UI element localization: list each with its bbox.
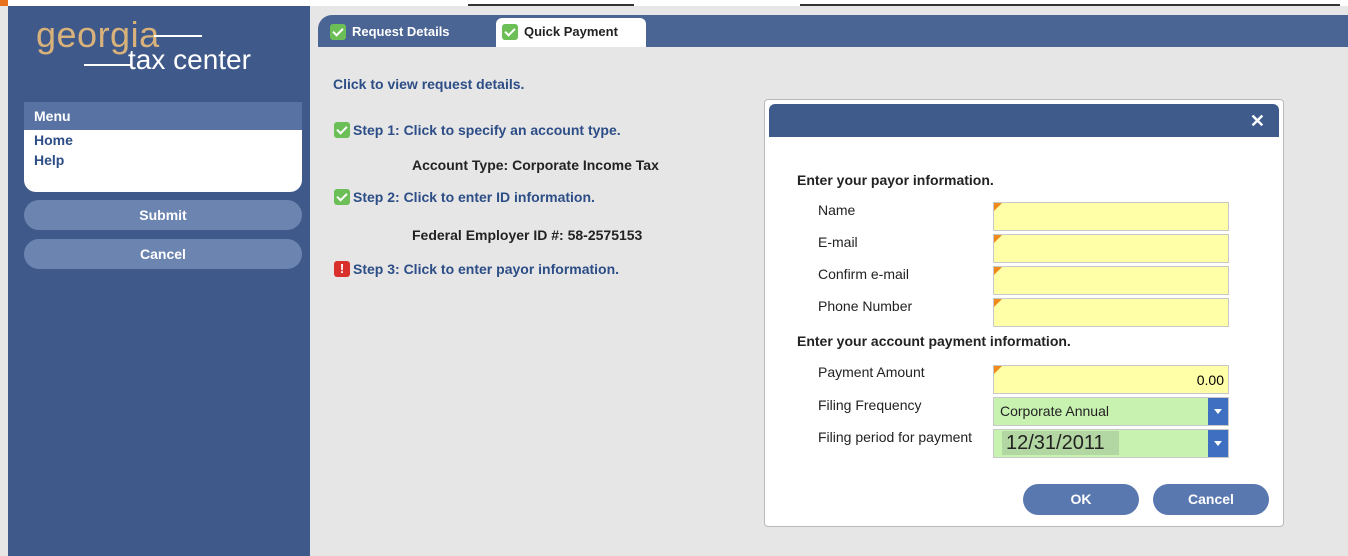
payor-info-heading: Enter your payor information. bbox=[797, 172, 994, 188]
logo-line bbox=[154, 35, 202, 37]
checkmark-icon bbox=[334, 122, 350, 139]
filing-period-select[interactable]: 12/31/2011 bbox=[993, 429, 1229, 458]
email-label: E-mail bbox=[818, 234, 858, 250]
chevron-down-icon[interactable] bbox=[1208, 398, 1228, 425]
view-request-details-link[interactable]: Click to view request details. bbox=[333, 76, 524, 92]
tab-quick-payment[interactable]: Quick Payment bbox=[496, 18, 646, 47]
payment-amount-label: Payment Amount bbox=[818, 364, 925, 380]
menu-header: Menu bbox=[24, 102, 302, 130]
logo-line bbox=[84, 64, 132, 66]
top-bar-segment bbox=[800, 4, 1340, 6]
step-1-link[interactable]: Step 1: Click to specify an account type… bbox=[334, 122, 621, 139]
cancel-button[interactable]: Cancel bbox=[1153, 484, 1269, 515]
tab-label: Quick Payment bbox=[524, 24, 618, 39]
menu-item-home[interactable]: Home bbox=[24, 130, 302, 150]
filing-frequency-label: Filing Frequency bbox=[818, 397, 922, 413]
submit-button[interactable]: Submit bbox=[24, 200, 302, 230]
payment-amount-input[interactable] bbox=[993, 365, 1229, 394]
tab-bar: Request Details Quick Payment bbox=[318, 15, 1348, 47]
tab-request-details[interactable]: Request Details bbox=[324, 18, 498, 47]
federal-id-detail: Federal Employer ID #: 58-2575153 bbox=[412, 227, 643, 243]
phone-number-input[interactable] bbox=[993, 298, 1229, 327]
name-input[interactable] bbox=[993, 202, 1229, 231]
chevron-down-icon[interactable] bbox=[1208, 430, 1228, 457]
menu-item-help[interactable]: Help bbox=[24, 150, 302, 170]
checkmark-icon bbox=[334, 189, 350, 206]
sidebar-cancel-button[interactable]: Cancel bbox=[24, 239, 302, 269]
step-label: Step 3: Click to enter payor information… bbox=[353, 261, 620, 277]
georgia-tax-center-logo[interactable]: georgia tax center bbox=[36, 14, 296, 78]
menu-panel: Menu Home Help bbox=[24, 102, 302, 192]
checkmark-icon bbox=[330, 24, 346, 40]
phone-number-label: Phone Number bbox=[818, 298, 913, 314]
step-label: Step 1: Click to specify an account type… bbox=[353, 122, 621, 138]
step-3-link[interactable]: ! Step 3: Click to enter payor informatio… bbox=[334, 261, 619, 278]
filing-period-label: Filing period for payment bbox=[818, 429, 973, 445]
close-icon[interactable]: ✕ bbox=[1250, 111, 1265, 132]
checkmark-icon bbox=[502, 24, 518, 40]
email-input[interactable] bbox=[993, 234, 1229, 263]
tab-label: Request Details bbox=[352, 24, 450, 39]
confirm-email-label: Confirm e-mail bbox=[818, 266, 910, 282]
ok-button[interactable]: OK bbox=[1023, 484, 1139, 515]
account-type-detail: Account Type: Corporate Income Tax bbox=[412, 157, 659, 173]
filing-period-value: 12/31/2011 bbox=[1002, 431, 1119, 455]
filing-frequency-value: Corporate Annual bbox=[1000, 403, 1109, 419]
payment-info-heading: Enter your account payment information. bbox=[797, 333, 1071, 349]
sidebar: georgia tax center Menu Home Help Submit… bbox=[8, 6, 310, 556]
confirm-email-input[interactable] bbox=[993, 266, 1229, 295]
payor-dialog: ✕ Enter your payor information. Name E-m… bbox=[764, 99, 1284, 527]
top-bar-segment bbox=[468, 4, 634, 6]
logo-text-tax-center: tax center bbox=[128, 44, 251, 75]
top-corner-accent bbox=[0, 0, 8, 6]
error-icon: ! bbox=[334, 261, 350, 278]
step-2-link[interactable]: Step 2: Click to enter ID information. bbox=[334, 189, 595, 206]
filing-frequency-select[interactable]: Corporate Annual bbox=[993, 397, 1229, 426]
dialog-title-bar: ✕ bbox=[769, 104, 1279, 137]
step-label: Step 2: Click to enter ID information. bbox=[353, 189, 595, 205]
name-label: Name bbox=[818, 202, 856, 218]
